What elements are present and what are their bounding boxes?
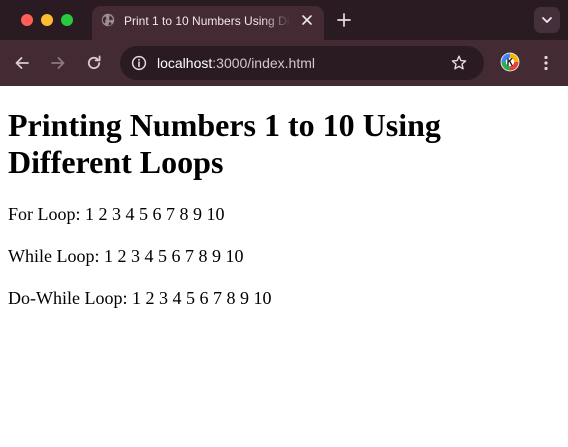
browser-window: Print 1 to 10 Numbers Using Different Lo…	[0, 0, 568, 447]
close-icon[interactable]	[300, 13, 314, 27]
tab-title-fade	[262, 10, 296, 32]
address-bar[interactable]: localhost:3000/index.html	[120, 46, 484, 80]
arrow-left-icon[interactable]	[12, 53, 32, 73]
tab-search-button[interactable]	[534, 7, 560, 33]
for-loop-output: For Loop: 1 2 3 4 5 6 7 8 9 10	[8, 204, 225, 224]
chevron-down-icon	[542, 17, 552, 23]
profile-icon[interactable]	[500, 52, 520, 72]
window-close-button[interactable]	[21, 14, 33, 26]
tab-strip: Print 1 to 10 Numbers Using Different Lo…	[0, 0, 568, 40]
page-heading: Printing Numbers 1 to 10 Using Different…	[8, 107, 441, 180]
while-loop-output: While Loop: 1 2 3 4 5 6 7 8 9 10	[8, 246, 244, 266]
globe-icon	[101, 13, 115, 27]
star-icon[interactable]	[450, 54, 468, 72]
url-host: localhost	[157, 55, 213, 71]
browser-toolbar: localhost:3000/index.html	[0, 40, 568, 86]
do-while-loop-output: Do-While Loop: 1 2 3 4 5 6 7 8 9 10	[8, 288, 272, 308]
page-content: Printing Numbers 1 to 10 Using Different…	[0, 86, 568, 447]
kebab-menu-icon[interactable]	[536, 53, 556, 73]
window-minimize-button[interactable]	[41, 14, 53, 26]
arrow-right-icon[interactable]	[48, 53, 68, 73]
plus-icon[interactable]	[335, 11, 353, 29]
url-path: :3000/index.html	[212, 55, 315, 71]
window-maximize-button[interactable]	[61, 14, 73, 26]
tab-active[interactable]: Print 1 to 10 Numbers Using Different Lo…	[92, 6, 324, 40]
info-icon[interactable]	[128, 52, 150, 74]
reload-icon[interactable]	[84, 53, 104, 73]
url-text[interactable]: localhost:3000/index.html	[157, 54, 315, 72]
